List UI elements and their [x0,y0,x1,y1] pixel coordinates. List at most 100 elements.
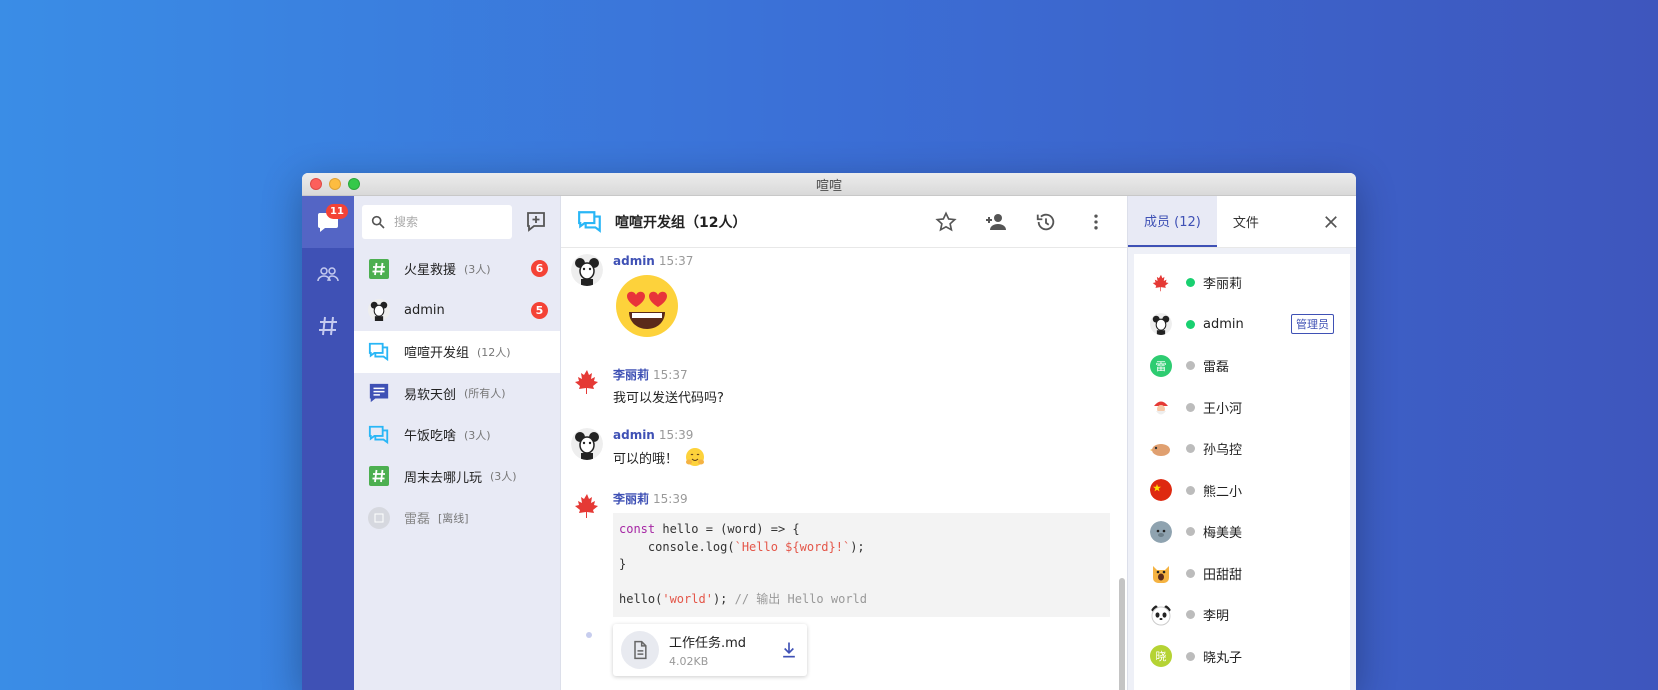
file-attachment[interactable]: 工作任务.md 4.02KB [613,624,807,676]
avatar [1150,562,1172,584]
avatar-gray-icon [368,506,390,529]
avatar [571,428,603,460]
chat-list-item[interactable]: admin 5 [354,290,560,332]
rail-channels-button[interactable] [302,300,354,352]
history-button[interactable] [1031,207,1061,237]
member-item[interactable]: 熊二小 [1134,470,1350,512]
avatar [571,366,603,398]
file-name: 工作任务.md [669,636,747,651]
message-sender: admin [613,254,655,268]
chat-member-count: (3人) [464,262,491,276]
search-input[interactable] [394,215,494,229]
scrollbar[interactable] [1119,578,1125,690]
nav-rail: 11 [302,196,354,690]
member-item[interactable]: 雷 雷磊 [1134,345,1350,387]
notice-icon [368,382,390,404]
more-button[interactable] [1081,207,1111,237]
chat-title: 喧喧开发组（12人） [615,214,747,231]
message: 李丽莉 15:37 我可以发送代码吗? [571,366,724,406]
member-name: 李丽莉 [1203,277,1243,293]
member-item[interactable]: 梅美美 [1134,511,1350,553]
app-window: 喧喧 11 搜索 火星救援 (3人) 6 admin 5 喧喧开发组 (12人)… [302,173,1356,690]
chat-list-item[interactable]: 雷磊 [离线] [354,497,560,539]
chat-list-item[interactable]: 喧喧开发组 (12人) [354,331,560,373]
message-sender: 李丽莉 [613,368,650,382]
member-item[interactable]: 田甜甜 [1134,553,1350,595]
message: 李丽莉 15:39 const hello = (word) => { conso… [571,490,1110,617]
status-dot-offline [1186,527,1195,537]
chat-list-item[interactable]: 午饭吃啥 (3人) [354,414,560,456]
code-block: const hello = (word) => { console.log(`H… [613,513,1110,617]
close-icon [1325,216,1337,228]
member-list: 李丽莉 admin 管理员雷 雷磊 王小河 孙乌控熊二小梅美美 田甜甜 李明晓 晓丸子 [1134,254,1350,690]
chat-list-item[interactable]: 周末去哪儿玩 (3人) [354,456,560,498]
member-item[interactable]: 李明 [1134,594,1350,636]
chat-name: 喧喧开发组 [404,346,470,362]
add-member-button[interactable] [981,207,1011,237]
rail-contacts-button[interactable] [302,248,354,300]
chat-header: 喧喧开发组（12人） [561,196,1127,248]
chat-name: 易软天创 [404,387,457,403]
avatar: 晓 [1150,645,1172,668]
chat-list-item[interactable]: 易软天创 (所有人) [354,373,560,415]
download-button[interactable] [779,640,799,660]
close-panel-button[interactable] [1318,209,1344,235]
unread-badge: 5 [531,301,548,319]
window-title: 喧喧 [815,178,842,194]
message-time: 15:37 [658,254,694,268]
avatar [1150,396,1172,419]
tab-files[interactable]: 文件 [1217,196,1275,247]
chat-list-item[interactable]: 火星救援 (3人) 6 [354,248,560,290]
rail-chat-button[interactable]: 11 [302,196,354,248]
heart-eyes-emoji-icon [616,275,678,337]
chat-member-count: (3人) [490,470,517,484]
tab-members[interactable]: 成员 (12) [1128,196,1217,247]
person-add-icon [986,213,1006,230]
search-icon [371,215,385,229]
unread-badge: 11 [326,204,348,219]
message-sender: 李丽莉 [613,492,650,506]
member-item[interactable]: 晓 晓丸子 [1134,636,1350,678]
message-status-dot [586,632,592,638]
history-icon [1036,213,1055,230]
search-box[interactable] [362,205,512,239]
star-icon [935,210,957,231]
member-item[interactable]: 李丽莉 [1134,262,1350,304]
group-chat-icon [578,210,601,233]
chat-main: 喧喧开发组（12人） admin 15:37 李丽莉 15:37 我可以发送代码… [561,196,1127,690]
maximize-window-button[interactable] [348,178,360,190]
group-chat-icon [368,424,390,446]
star-button[interactable] [931,207,961,237]
avatar [1150,604,1172,626]
hash-icon [319,316,337,336]
avatar [1150,271,1172,294]
file-icon [621,631,659,669]
message-time: 15:37 [653,368,688,382]
add-chat-icon [527,212,545,232]
member-name: 雷磊 [1203,360,1230,376]
contacts-icon [317,267,339,282]
member-item[interactable]: 孙乌控 [1134,428,1350,470]
avatar [1150,438,1172,460]
unread-badge: 6 [531,260,548,278]
status-dot-offline [1186,651,1195,661]
minimize-window-button[interactable] [329,178,341,190]
member-item[interactable]: 王小河 [1134,387,1350,429]
title-bar: 喧喧 [302,173,1356,196]
message-sender: admin [613,428,655,442]
member-item[interactable]: admin 管理员 [1134,304,1350,346]
hash-green-icon [368,465,390,487]
message-time: 15:39 [653,492,688,506]
member-name: 熊二小 [1203,484,1243,500]
hug-emoji-icon [686,448,705,466]
hash-green-icon [368,258,390,280]
chat-name: 火星救援 [404,263,457,279]
message-list[interactable]: admin 15:37 李丽莉 15:37 我可以发送代码吗? admin 15… [561,248,1127,690]
avatar [571,254,603,286]
status-dot-offline [1186,568,1195,578]
chat-member-count: (3人) [464,428,491,442]
message: admin 15:39 可以的哦！ [571,428,706,468]
close-window-button[interactable] [310,178,322,190]
new-chat-button[interactable] [524,210,548,234]
message-time: 15:39 [658,428,694,442]
